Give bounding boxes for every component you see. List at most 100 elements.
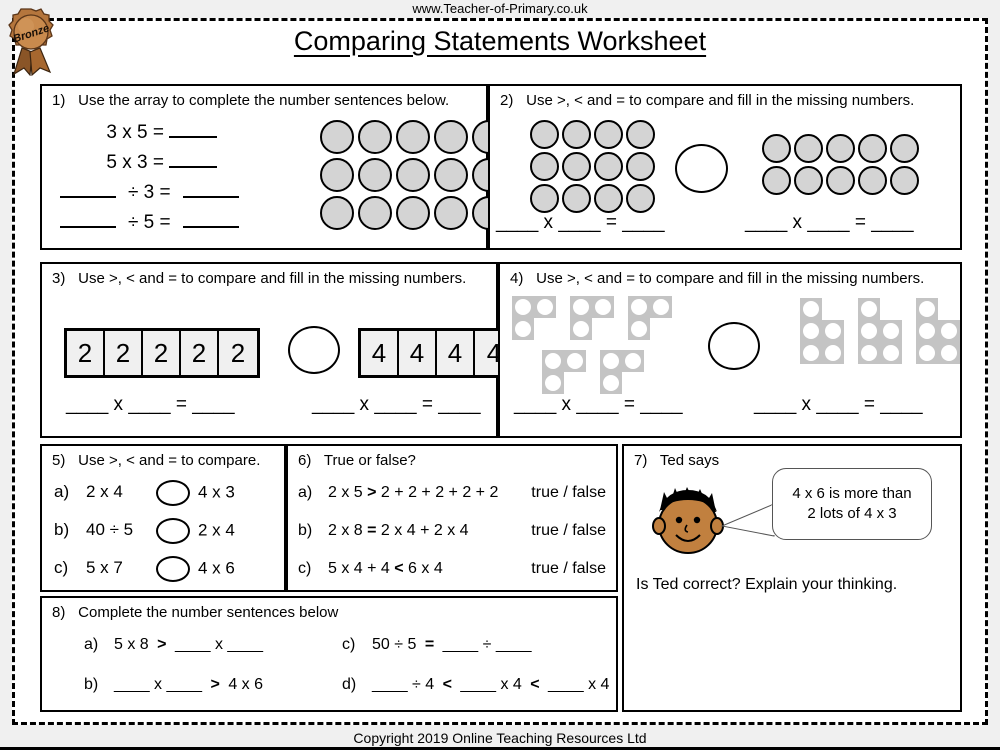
q6-rhs: 6 x 4 <box>403 560 443 577</box>
q2-right-counter-array <box>762 134 919 195</box>
q8-expression[interactable]: ____ x ____ <box>175 636 263 653</box>
numicon-hole <box>515 321 531 337</box>
q4-comparison-circle[interactable] <box>708 322 760 370</box>
q4-equation-left[interactable]: ____ x ____ = ____ <box>514 394 683 416</box>
counter-circle <box>890 166 919 195</box>
question-2-box: 2) Use >, < and = to compare and fill in… <box>488 84 962 250</box>
question-3-number: 3) <box>52 270 66 287</box>
question-5-box: 5) Use >, < and = to compare. a) 2 x 4 4 x… <box>40 444 286 592</box>
counter-circle <box>530 152 559 181</box>
q2-left-counter-array <box>530 120 655 213</box>
q1-blank-2a[interactable] <box>169 166 218 168</box>
numicon-cell <box>916 320 938 342</box>
question-4-box: 4) Use >, < and = to compare and fill in… <box>498 262 962 438</box>
q6-statement: 2 x 8 = 2 x 4 + 2 x 4 <box>328 522 469 540</box>
q6-lhs: 2 x 5 <box>328 484 368 501</box>
q2-equation-right[interactable]: ____ x ____ = ____ <box>745 212 914 234</box>
q5-row-label: b) <box>54 520 70 540</box>
q1-blank-3b[interactable] <box>182 196 239 198</box>
question-6-number: 6) <box>298 452 312 469</box>
numicon-cell <box>542 350 564 372</box>
question-1-prompt: Use the array to complete the number sen… <box>78 92 450 109</box>
numicon-cell <box>650 296 672 318</box>
q2-comparison-circle[interactable] <box>675 144 728 193</box>
q3-right-number-strip: 4444 <box>358 328 516 378</box>
question-1-number: 1) <box>52 92 66 109</box>
q3-comparison-circle[interactable] <box>288 326 340 374</box>
q4-equation-right[interactable]: ____ x ____ = ____ <box>754 394 923 416</box>
numicon-cell <box>512 318 534 340</box>
q8-expression[interactable]: ____ x 4 <box>548 676 609 693</box>
q1-sentence-3: ÷ 3 = <box>60 178 239 208</box>
counter-circle <box>358 120 392 154</box>
q8-operator: > <box>157 636 171 653</box>
numicon-cell <box>628 318 650 340</box>
numicon-hole <box>515 299 531 315</box>
question-2-heading: 2) Use >, < and = to compare and fill in… <box>500 92 914 109</box>
q1-sentence-3-lead: ÷ 3 = <box>127 182 171 203</box>
numicon-hole <box>545 375 561 391</box>
numicon-cell <box>858 298 880 320</box>
site-url: www.Teacher-of-Primary.co.uk <box>412 1 588 16</box>
counter-circle <box>762 134 791 163</box>
counter-circle <box>594 152 623 181</box>
q8-row: a) 5 x 8 > ____ x ____ <box>84 636 267 654</box>
numicon-hole <box>573 299 589 315</box>
numicon-hole <box>919 301 935 317</box>
q5-comparison-circle[interactable] <box>156 480 190 506</box>
question-7-number: 7) <box>634 452 648 469</box>
numicon-cell <box>564 350 586 372</box>
q1-blank-4a[interactable] <box>60 226 116 228</box>
q8-expression[interactable]: ____ ÷ ____ <box>443 636 532 653</box>
q1-blank-3a[interactable] <box>60 196 116 198</box>
q8-expression[interactable]: ____ ÷ 4 <box>372 676 439 693</box>
q6-true-false-choice[interactable]: true / false <box>531 522 606 540</box>
q3-equation-right[interactable]: ____ x ____ = ____ <box>312 394 481 416</box>
number-cell: 2 <box>181 331 219 375</box>
q1-blank-1a[interactable] <box>169 136 218 138</box>
question-4-heading: 4) Use >, < and = to compare and fill in… <box>510 270 924 287</box>
q5-row-label: c) <box>54 558 69 578</box>
q8-expression[interactable]: ____ x ____ <box>114 676 207 693</box>
counter-circle <box>794 134 823 163</box>
q1-sentence-2: 5 x 3 = <box>60 148 239 178</box>
number-cell: 2 <box>143 331 181 375</box>
numicon-hole <box>803 301 819 317</box>
q5-comparison-circle[interactable] <box>156 518 190 544</box>
q1-blank-4b[interactable] <box>182 226 239 228</box>
q5-row-label: a) <box>54 482 70 502</box>
q6-rhs: 2 x 4 + 2 x 4 <box>376 522 469 539</box>
number-cell: 4 <box>437 331 475 375</box>
q3-equation-left[interactable]: ____ x ____ = ____ <box>66 394 235 416</box>
numicon-cell <box>858 320 880 342</box>
counter-circle <box>594 120 623 149</box>
numicon-hole <box>653 299 669 315</box>
q6-true-false-choice[interactable]: true / false <box>531 560 606 578</box>
q5-right-expression: 2 x 4 <box>198 520 235 540</box>
counter-circle <box>858 134 887 163</box>
q8-operator: > <box>210 676 225 693</box>
numicon-hole <box>825 345 841 361</box>
q5-left-expression: 40 ÷ 5 <box>86 520 134 540</box>
question-8-number: 8) <box>52 604 66 621</box>
q2-equation-left[interactable]: ____ x ____ = ____ <box>496 212 665 234</box>
q5-comparison-circle[interactable] <box>156 556 190 582</box>
q6-true-false-choice[interactable]: true / false <box>531 484 606 502</box>
q8-expression[interactable]: ____ x 4 <box>460 676 526 693</box>
numicon-cell <box>880 342 902 364</box>
q6-operator: < <box>394 560 404 577</box>
question-7-box: 7) Ted says 4 x 6 is more than 2 lots of… <box>622 444 962 712</box>
counter-circle <box>396 158 430 192</box>
question-6-box: 6) True or false? a) 2 x 5 > 2 + 2 + 2 + … <box>286 444 618 592</box>
q1-sentence-2-lead: 5 x 3 = <box>106 152 164 173</box>
numicon-hole <box>883 323 899 339</box>
numicon-hole <box>883 345 899 361</box>
counter-circle <box>434 158 468 192</box>
q1-sentence-1: 3 x 5 = <box>60 118 239 148</box>
q6-rhs: 2 + 2 + 2 + 2 + 2 <box>376 484 499 501</box>
numicon-cell <box>628 296 650 318</box>
numicon-cell <box>542 372 564 394</box>
q5-right-expression: 4 x 6 <box>198 558 235 578</box>
counter-circle <box>562 184 591 213</box>
numicon-hole <box>919 345 935 361</box>
